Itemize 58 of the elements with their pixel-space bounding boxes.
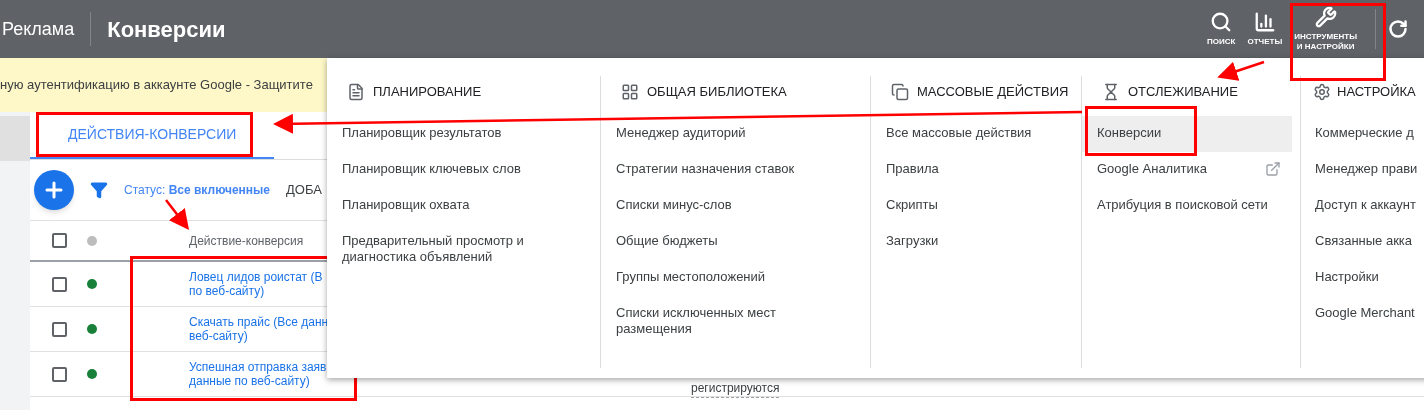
menu-section-title: ПЛАНИРОВАНИЕ [373, 83, 482, 102]
menu-item[interactable]: Списки исключенных мест размещения [601, 296, 870, 346]
menu-item[interactable]: Google Аналитика [1082, 152, 1300, 188]
document-icon [347, 83, 365, 101]
menu-item[interactable]: Настройки [1301, 260, 1424, 296]
menu-item[interactable]: Конверсии [1082, 116, 1292, 152]
menu-item[interactable]: Менеджер прави [1301, 152, 1424, 188]
column-header[interactable]: Действие-конверсия [189, 231, 304, 250]
hourglass-icon [1102, 83, 1120, 101]
menu-item[interactable]: Менеджер аудиторий [601, 116, 870, 152]
header-checkbox[interactable] [52, 233, 67, 248]
conversion-link[interactable]: Ловец лидов роистат (В по веб-сайту) [189, 270, 329, 298]
menu-section-title: ОБЩАЯ БИБЛИОТЕКА [647, 83, 787, 102]
toolbar-button[interactable]: ПОИСК [1201, 0, 1242, 58]
menu-item[interactable]: Группы местоположений [601, 260, 870, 296]
conversion-link[interactable]: Успешная отправка заяв данные по веб-сайту) [189, 360, 329, 388]
grid-icon [621, 83, 639, 101]
annotation-arrow [1217, 60, 1265, 81]
toolbar-button[interactable]: ИНСТРУМЕНТЫ И НАСТРОЙКИ [1288, 0, 1363, 58]
toolbar-button[interactable]: ОТЧЕТЫ [1241, 0, 1289, 58]
annotation-arrow [165, 199, 190, 230]
settings-icon [1313, 83, 1331, 101]
menu-item[interactable]: Планировщик охвата [327, 188, 600, 224]
add-action[interactable]: ДОБА [286, 180, 322, 200]
menu-item[interactable]: Предварительный просмотр и диагностика объявлений [327, 224, 600, 274]
notice-text: ную аутентификацию в аккаунте Google - Защитите [0, 76, 313, 95]
search-icon [1210, 11, 1233, 33]
row-checkbox[interactable] [52, 321, 67, 337]
product-name: Реклама [2, 17, 75, 41]
tab[interactable]: ДЕЙСТВИЯ-КОНВЕРСИИ [30, 111, 275, 159]
wrench-icon [1314, 6, 1337, 28]
row-checkbox[interactable] [52, 366, 67, 382]
menu-item[interactable]: Коммерческие д [1301, 116, 1424, 152]
refresh-icon[interactable] [1388, 19, 1408, 39]
menu-item[interactable]: Google Merchant [1301, 296, 1424, 332]
page-title: Конверсии [107, 15, 226, 44]
copy-icon [891, 83, 909, 101]
menu-item[interactable]: Связанные акка [1301, 224, 1424, 260]
menu-item[interactable]: Загрузки [871, 224, 1081, 260]
menu-item[interactable]: Правила [871, 152, 1081, 188]
menu-item[interactable]: Планировщик ключевых слов [327, 152, 600, 188]
menu-section-title: НАСТРОЙКА [1337, 83, 1416, 102]
filter-icon[interactable] [90, 181, 108, 199]
row-checkbox[interactable] [52, 276, 67, 292]
menu-item[interactable]: Атрибуция в поисковой сети [1082, 188, 1300, 224]
menu-section-title: МАССОВЫЕ ДЕЙСТВИЯ [917, 83, 1069, 102]
menu-item[interactable]: Стратегии назначения ставок [601, 152, 870, 188]
conversion-link[interactable]: Скачать прайс (Все данн веб-сайту) [189, 315, 329, 343]
menu-item[interactable]: Списки минус-слов [601, 188, 870, 224]
add-button[interactable] [34, 170, 74, 210]
menu-item[interactable]: Общие бюджеты [601, 224, 870, 260]
status-filter[interactable]: Статус: Все включенные [124, 181, 270, 199]
menu-item[interactable]: Все массовые действия [871, 116, 1081, 152]
menu-section-title: ОТСЛЕЖИВАНИЕ [1128, 83, 1238, 102]
menu-item[interactable]: Доступ к аккаунт [1301, 188, 1424, 224]
menu-item[interactable]: Планировщик результатов [327, 116, 600, 152]
bar-chart-icon [1253, 11, 1276, 33]
menu-item[interactable]: Скрипты [871, 188, 1081, 224]
